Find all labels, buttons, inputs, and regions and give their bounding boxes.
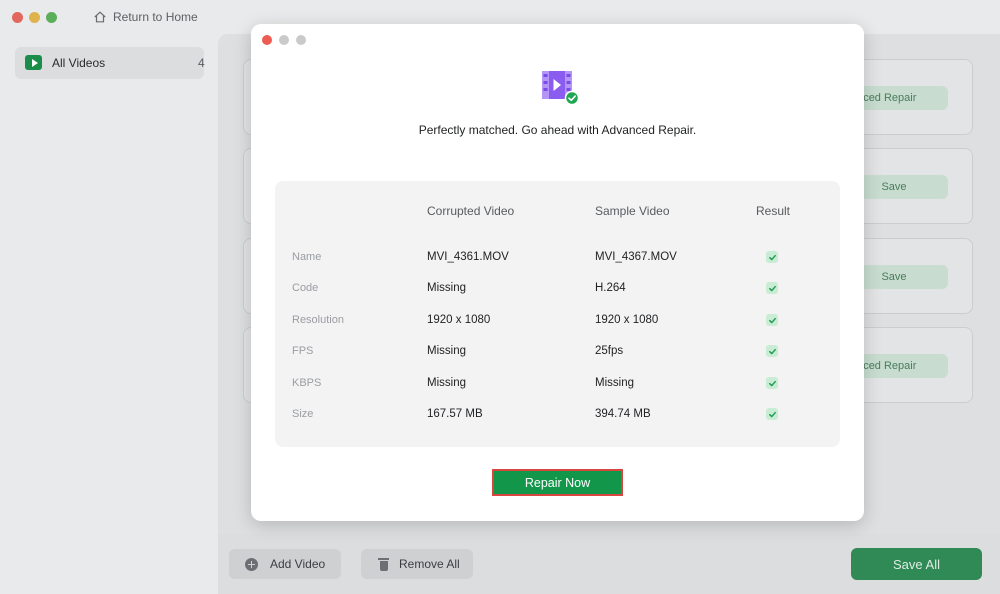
corrupted-value: Missing	[427, 282, 466, 294]
sample-value: H.264	[595, 282, 626, 294]
return-home-label: Return to Home	[113, 10, 198, 24]
add-video-button[interactable]: Add Video	[229, 549, 341, 579]
sample-value: 1920 x 1080	[595, 314, 659, 326]
check-icon	[766, 377, 778, 389]
column-header-sample: Sample Video	[595, 204, 670, 218]
sample-value: 25fps	[595, 345, 624, 357]
check-icon	[766, 345, 778, 357]
row-label: KBPS	[292, 377, 322, 389]
repair-now-button[interactable]: Repair Now	[492, 469, 623, 496]
window-minimize-button[interactable]	[29, 12, 40, 23]
dialog-minimize-button	[279, 35, 289, 45]
corrupted-value: Missing	[427, 377, 466, 389]
window-close-button[interactable]	[12, 12, 23, 23]
advanced-repair-button[interactable]: Advanced Repair	[860, 354, 948, 378]
add-icon	[245, 557, 258, 571]
dialog-headline: Perfectly matched. Go ahead with Advance…	[418, 123, 697, 137]
sidebar-item-count: 4	[198, 56, 205, 70]
video-check-icon	[542, 71, 580, 106]
dialog-zoom-button	[296, 35, 306, 45]
sample-value: Missing	[595, 377, 634, 389]
row-label: FPS	[292, 345, 314, 357]
row-label: Code	[292, 282, 319, 294]
trash-icon	[378, 557, 389, 571]
match-result-dialog: Perfectly matched. Go ahead with Advance…	[251, 24, 864, 521]
sidebar-item-all-videos[interactable]: All Videos 4	[15, 47, 205, 79]
advanced-repair-label: Advanced Repair	[860, 92, 917, 104]
advanced-repair-button[interactable]: Advanced Repair	[860, 86, 948, 110]
sidebar-item-label: All Videos	[52, 56, 106, 70]
advanced-repair-label: Advanced Repair	[860, 360, 917, 372]
corrupted-value: MVI_4361.MOV	[427, 251, 509, 263]
home-icon	[94, 11, 106, 23]
save-label: Save	[881, 181, 907, 193]
row-label: Name	[292, 251, 322, 263]
check-icon	[766, 282, 778, 294]
remove-all-label: Remove All	[399, 557, 460, 571]
save-button[interactable]: Save	[860, 265, 948, 289]
corrupted-value: 1920 x 1080	[427, 314, 491, 326]
corrupted-value: Missing	[427, 345, 466, 357]
dialog-close-button[interactable]	[262, 35, 272, 45]
save-label: Save	[881, 271, 907, 283]
save-all-button[interactable]: Save All	[851, 548, 982, 580]
check-icon	[766, 251, 778, 263]
column-header-result: Result	[756, 204, 791, 218]
return-home-link[interactable]: Return to Home	[93, 9, 198, 25]
check-icon	[766, 314, 778, 326]
play-icon	[25, 55, 42, 70]
comparison-table: Corrupted Video Sample Video Result Name…	[275, 181, 840, 447]
add-video-label: Add Video	[270, 557, 326, 571]
sample-value: MVI_4367.MOV	[595, 251, 677, 263]
sample-value: 394.74 MB	[595, 408, 651, 420]
row-label: Resolution	[292, 314, 344, 326]
remove-all-button[interactable]: Remove All	[361, 549, 473, 579]
row-label: Size	[292, 408, 314, 420]
corrupted-value: 167.57 MB	[427, 408, 483, 420]
save-button[interactable]: Save	[860, 175, 948, 199]
column-header-corrupted: Corrupted Video	[427, 204, 515, 218]
window-zoom-button[interactable]	[46, 12, 57, 23]
check-icon	[766, 408, 778, 420]
